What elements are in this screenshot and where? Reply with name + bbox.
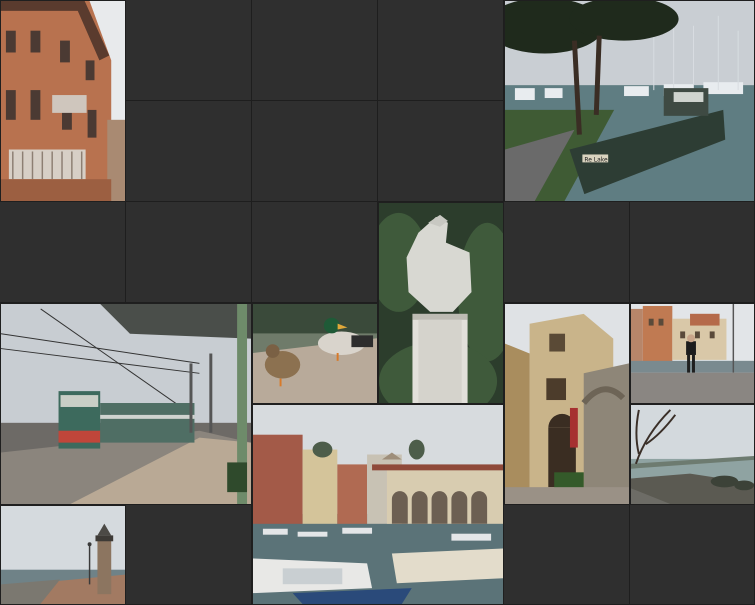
train-station-photo[interactable] [0, 303, 252, 505]
empty-tile [126, 0, 252, 101]
lake-shore-photo[interactable] [630, 404, 755, 505]
photo-gallery-grid: Re Lake [0, 0, 755, 605]
empty-tile [252, 101, 378, 202]
empty-tile [378, 0, 504, 101]
eagle-statue-photo[interactable] [378, 202, 504, 404]
empty-tile [0, 202, 126, 303]
empty-tile [126, 202, 252, 303]
empty-tile [126, 101, 252, 202]
empty-tile [504, 202, 630, 303]
empty-tile [126, 504, 252, 605]
boat-name-sign: Re Lake [584, 156, 608, 163]
palazzo-facade-photo[interactable] [0, 0, 126, 202]
empty-tile [252, 202, 378, 303]
lighthouse-photo[interactable] [0, 505, 126, 605]
stone-building-photo[interactable] [504, 303, 630, 505]
ducks-photo[interactable] [252, 303, 378, 404]
harbor-boat-photo[interactable]: Re Lake [504, 0, 755, 202]
harbor-town-photo[interactable] [252, 404, 504, 605]
empty-tile [378, 101, 504, 202]
man-waterfront-photo[interactable] [630, 303, 755, 404]
empty-tile [504, 504, 630, 605]
empty-tile [630, 202, 755, 303]
empty-tile [630, 504, 755, 605]
empty-tile [252, 0, 378, 101]
